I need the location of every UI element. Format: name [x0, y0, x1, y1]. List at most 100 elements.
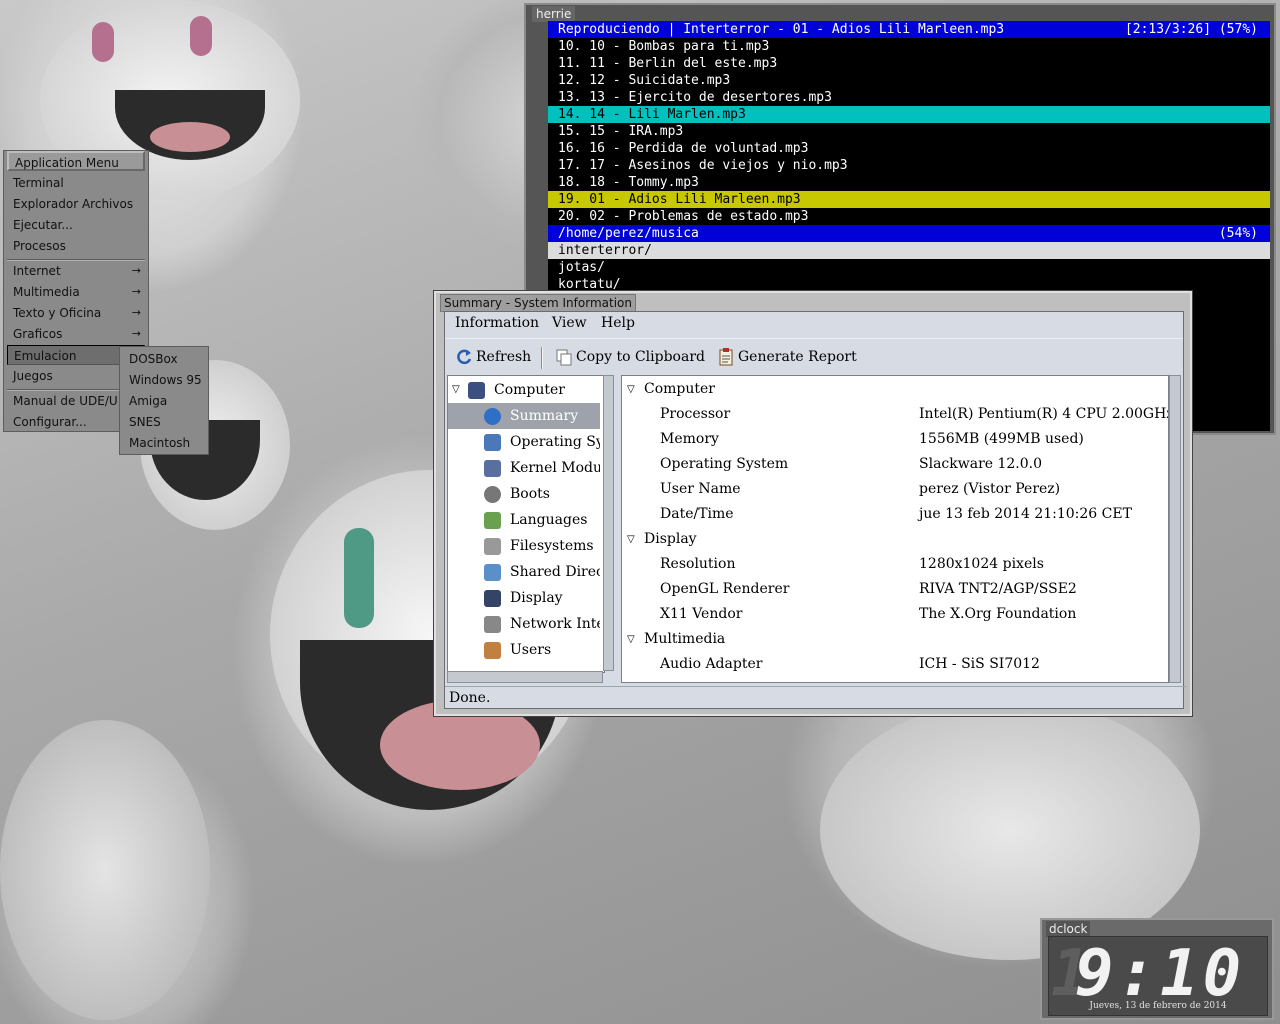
refresh-icon — [455, 348, 473, 366]
details-value: 1280x1024 pixels — [919, 556, 1044, 572]
terminal-line-text: Reproduciendo | Interterror - 01 - Adios… — [558, 22, 1005, 37]
tree-item-label: Operating Sy — [510, 434, 600, 450]
tree-item-shared-direc[interactable]: Shared Direc — [448, 559, 600, 585]
tree-item-label: Computer — [494, 382, 565, 398]
category-tree[interactable]: ▽ Computer Summary Operating Sy Kernel Mod… — [447, 375, 605, 673]
system-information-window[interactable]: Summary - System Information Information… — [433, 290, 1193, 717]
dclock-window-title[interactable]: dclock — [1046, 921, 1091, 937]
details-row[interactable]: User Name perez (Vistor Perez) — [622, 477, 1168, 502]
users-icon — [484, 642, 501, 659]
details-vertical-scrollbar[interactable] — [1169, 375, 1181, 683]
herrie-window-title[interactable]: herrie — [532, 6, 576, 22]
sysinfo-window-title[interactable]: Summary - System Information — [440, 294, 636, 312]
submenu-item-windows95[interactable]: Windows 95 — [123, 370, 207, 390]
menu-information[interactable]: Information — [455, 315, 539, 331]
terminal-line[interactable]: 10. 10 - Bombas para ti.mp3 — [548, 38, 1270, 55]
terminal-line[interactable]: 16. 16 - Perdida de voluntad.mp3 — [548, 140, 1270, 157]
menu-item-processes[interactable]: Procesos — [7, 236, 145, 256]
menu-item-file-explorer[interactable]: Explorador Archivos — [7, 194, 145, 214]
tree-item-filesystems[interactable]: Filesystems — [448, 533, 600, 559]
menu-item-multimedia[interactable]: Multimedia → — [7, 282, 145, 302]
details-row[interactable]: Date/Time jue 13 feb 2014 21:10:26 CET — [622, 502, 1168, 527]
report-label: Generate Report — [738, 349, 857, 365]
details-section[interactable]: ▽ Computer — [622, 377, 1168, 402]
tree-horizontal-scrollbar[interactable] — [447, 671, 603, 683]
menu-item-terminal[interactable]: Terminal — [7, 173, 145, 193]
details-section[interactable]: ▽ Multimedia — [622, 627, 1168, 652]
tree-item-label: Network Inte — [510, 616, 600, 632]
details-row[interactable]: X11 Vendor The X.Org Foundation — [622, 602, 1168, 627]
details-row[interactable]: Processor Intel(R) Pentium(R) 4 CPU 2.00G… — [622, 402, 1168, 427]
details-value: jue 13 feb 2014 21:10:26 CET — [919, 506, 1132, 522]
submenu-item-snes[interactable]: SNES — [123, 412, 207, 432]
terminal-line[interactable]: 14. 14 - Lili Marlen.mp3 — [548, 106, 1270, 123]
menu-item-internet[interactable]: Internet → — [7, 261, 145, 281]
tree-item-users[interactable]: Users — [448, 637, 600, 663]
details-value: Slackware 12.0.0 — [919, 456, 1043, 472]
terminal-line[interactable]: interterror/ — [548, 242, 1270, 259]
monitor-icon — [484, 590, 501, 607]
tree-item-boots[interactable]: Boots — [448, 481, 600, 507]
dclock-window[interactable]: dclock 1 9:10 Jueves, 13 de febrero de 2… — [1040, 918, 1274, 1020]
generate-report-button[interactable]: Generate Report — [717, 347, 857, 367]
terminal-line-text: 13. 13 - Ejercito de desertores.mp3 — [558, 90, 832, 105]
refresh-button[interactable]: Refresh — [455, 347, 531, 367]
tree-item-kernel-modu[interactable]: Kernel Modu — [448, 455, 600, 481]
tree-vertical-scrollbar[interactable] — [603, 375, 614, 671]
details-row[interactable]: Operating System Slackware 12.0.0 — [622, 452, 1168, 477]
languages-icon — [484, 512, 501, 529]
tree-item-summary[interactable]: Summary — [448, 403, 600, 429]
terminal-line[interactable]: (54%) /home/perez/musica — [548, 225, 1270, 242]
emulation-submenu[interactable]: DOSBox Windows 95 Amiga SNES Macintosh — [119, 346, 209, 455]
terminal-line[interactable]: 19. 01 - Adios Lili Marleen.mp3 — [548, 191, 1270, 208]
terminal-line[interactable]: [2:13/3:26] (57%) Reproduciendo | Interte… — [548, 21, 1270, 38]
submenu-item-macintosh[interactable]: Macintosh — [123, 433, 207, 453]
menu-item-office[interactable]: Texto y Oficina → — [7, 303, 145, 323]
details-value: RIVA TNT2/AGP/SSE2 — [919, 581, 1077, 597]
copy-icon — [555, 348, 573, 366]
details-row[interactable]: OpenGL Renderer RIVA TNT2/AGP/SSE2 — [622, 577, 1168, 602]
details-key: Resolution — [660, 556, 736, 572]
submenu-item-amiga[interactable]: Amiga — [123, 391, 207, 411]
network-icon — [484, 616, 501, 633]
details-row[interactable]: Audio Adapter ICH - SiS SI7012 — [622, 652, 1168, 677]
submenu-arrow-icon: → — [131, 264, 141, 277]
terminal-line-text: 16. 16 - Perdida de voluntad.mp3 — [558, 141, 809, 156]
terminal-line-text: 18. 18 - Tommy.mp3 — [558, 175, 699, 190]
tree-item-computer[interactable]: ▽ Computer — [448, 377, 600, 403]
terminal-line[interactable]: 18. 18 - Tommy.mp3 — [548, 174, 1270, 191]
terminal-line[interactable]: 12. 12 - Suicidate.mp3 — [548, 72, 1270, 89]
tree-item-languages[interactable]: Languages — [448, 507, 600, 533]
terminal-line[interactable]: 11. 11 - Berlin del este.mp3 — [548, 55, 1270, 72]
menu-item-graphics[interactable]: Graficos → — [7, 324, 145, 344]
section-title: Computer — [644, 381, 715, 397]
terminal-line[interactable]: jotas/ — [548, 259, 1270, 276]
details-value: perez (Vistor Perez) — [919, 481, 1061, 497]
terminal-line[interactable]: 20. 02 - Problemas de estado.mp3 — [548, 208, 1270, 225]
terminal-line-text: 10. 10 - Bombas para ti.mp3 — [558, 39, 770, 54]
submenu-item-dosbox[interactable]: DOSBox — [123, 349, 207, 369]
expander-icon: ▽ — [627, 384, 635, 395]
details-section[interactable]: ▽ Display — [622, 527, 1168, 552]
terminal-line[interactable]: 17. 17 - Asesinos de viejos y nio.mp3 — [548, 157, 1270, 174]
power-icon — [484, 486, 501, 503]
copy-label: Copy to Clipboard — [576, 349, 705, 365]
copy-to-clipboard-button[interactable]: Copy to Clipboard — [555, 347, 705, 367]
terminal-line[interactable]: 15. 15 - IRA.mp3 — [548, 123, 1270, 140]
details-value: The X.Org Foundation — [919, 606, 1077, 622]
terminal-line[interactable]: 13. 13 - Ejercito de desertores.mp3 — [548, 89, 1270, 106]
menu-item-run[interactable]: Ejecutar... — [7, 215, 145, 235]
details-row[interactable]: Resolution 1280x1024 pixels — [622, 552, 1168, 577]
terminal-line-status: [2:13/3:26] (57%) — [1124, 22, 1258, 37]
terminal-line-status: (54%) — [1218, 226, 1258, 241]
menu-view[interactable]: View — [552, 315, 587, 331]
expander-icon: ▽ — [627, 634, 635, 645]
toolbar: Refresh Copy to Clipboard Generate Repor… — [445, 338, 1183, 375]
tree-item-operating-sy[interactable]: Operating Sy — [448, 429, 600, 455]
details-panel[interactable]: ▽ Computer Processor Intel(R) Pentium(R) 4 … — [621, 375, 1169, 683]
menu-help[interactable]: Help — [601, 315, 635, 331]
tree-item-display[interactable]: Display — [448, 585, 600, 611]
details-row[interactable]: Memory 1556MB (499MB used) — [622, 427, 1168, 452]
tree-item-network-inte[interactable]: Network Inte — [448, 611, 600, 637]
menu-title: Application Menu — [7, 151, 145, 171]
